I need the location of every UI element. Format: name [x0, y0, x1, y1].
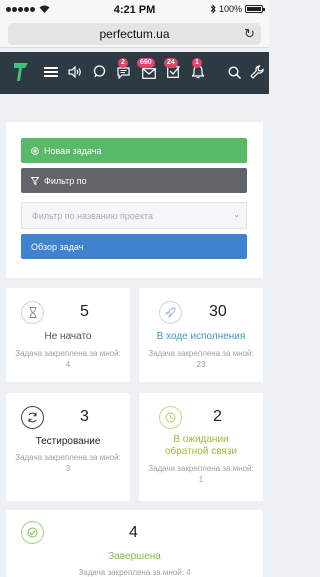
stat-subtext: Задача закреплена за мной: 23 [148, 349, 254, 369]
refresh-icon [21, 406, 44, 429]
status-right: 100% [210, 4, 265, 14]
stat-subtext: Задача закреплена за мной: 1 [148, 464, 254, 484]
rocket-icon [159, 301, 182, 324]
ios-status-bar: 4:21 PM 100% [0, 0, 269, 20]
menu-icon[interactable] [44, 66, 58, 78]
stat-label: В ходе исполнения [156, 331, 246, 342]
search-icon[interactable] [228, 66, 241, 79]
stat-subtext: Задача закреплена за мной: 3 [15, 453, 121, 473]
notifications-button[interactable]: 1 [191, 58, 205, 84]
project-filter-placeholder: Фильтр по названию проекта [32, 210, 154, 221]
mail-icon [142, 68, 156, 79]
url-field[interactable]: perfectum.ua ↻ [8, 23, 261, 45]
volume-icon[interactable] [68, 66, 82, 78]
stat-count: 4 [129, 524, 138, 541]
stat-count: 5 [80, 303, 89, 320]
mail-badge: 690 [137, 58, 155, 68]
stat-label: Не начато [44, 331, 92, 342]
new-task-button[interactable]: Новая задача [21, 138, 247, 163]
browser-url-bar: perfectum.ua ↻ [0, 20, 269, 48]
task-actions-panel: Новая задача Фильтр по Фильтр по названи… [6, 122, 263, 278]
messages-badge: 2 [118, 58, 128, 68]
battery-percent: 100% [218, 4, 242, 14]
app-header: 2 690 24 1 [0, 52, 269, 94]
stat-label: Завершена [108, 551, 161, 562]
filter-icon [31, 176, 39, 185]
tasks-badge: 24 [164, 58, 178, 68]
stat-count: 2 [213, 408, 222, 425]
plus-circle-icon [31, 146, 39, 155]
tasks-button[interactable]: 24 [164, 58, 180, 83]
task-overview-button[interactable]: Обзор задач [21, 234, 247, 259]
chat-icon[interactable] [93, 65, 106, 78]
stat-count: 3 [80, 408, 89, 425]
bluetooth-icon [210, 4, 216, 14]
stat-card-awaiting-feedback[interactable]: 2 В ожидании обратной связи Задача закре… [139, 393, 263, 501]
url-text: perfectum.ua [99, 27, 170, 41]
hourglass-icon [21, 301, 44, 324]
new-task-label: Новая задача [44, 145, 102, 156]
task-overview-label: Обзор задач [31, 241, 84, 252]
wrench-icon[interactable] [250, 65, 264, 79]
stat-card-in-progress[interactable]: 30 В ходе исполнения Задача закреплена з… [139, 288, 263, 382]
stat-label: В ожидании обратной связи [164, 434, 237, 457]
messages-button[interactable]: 2 [117, 58, 130, 84]
stat-card-completed[interactable]: 4 Завершена Задача закреплена за мной: 4 [6, 510, 263, 577]
chevron-down-icon: ⌄ [233, 210, 240, 219]
notifications-badge: 1 [192, 58, 202, 68]
project-filter-select[interactable]: Фильтр по названию проекта ⌄ [21, 202, 247, 229]
clock-icon [159, 406, 182, 429]
filter-label: Фильтр по [44, 175, 87, 186]
stat-subtext: Задача закреплена за мной: 4 [78, 568, 191, 577]
stat-subtext: Задача закреплена за мной: 4 [15, 349, 121, 369]
check-circle-icon [21, 521, 44, 544]
battery-icon [245, 5, 265, 13]
logo-icon[interactable] [13, 61, 29, 83]
stat-label: Тестирование [35, 436, 101, 447]
filter-button[interactable]: Фильтр по [21, 168, 247, 193]
mail-button[interactable]: 690 [137, 58, 156, 84]
stat-count: 30 [209, 303, 227, 320]
messages-icon [117, 67, 130, 80]
stat-card-not-started[interactable]: 5 Не начато Задача закреплена за мной: 4 [6, 288, 130, 382]
reload-icon[interactable]: ↻ [244, 23, 255, 45]
stat-card-testing[interactable]: 3 Тестирование Задача закреплена за мной… [6, 393, 130, 501]
